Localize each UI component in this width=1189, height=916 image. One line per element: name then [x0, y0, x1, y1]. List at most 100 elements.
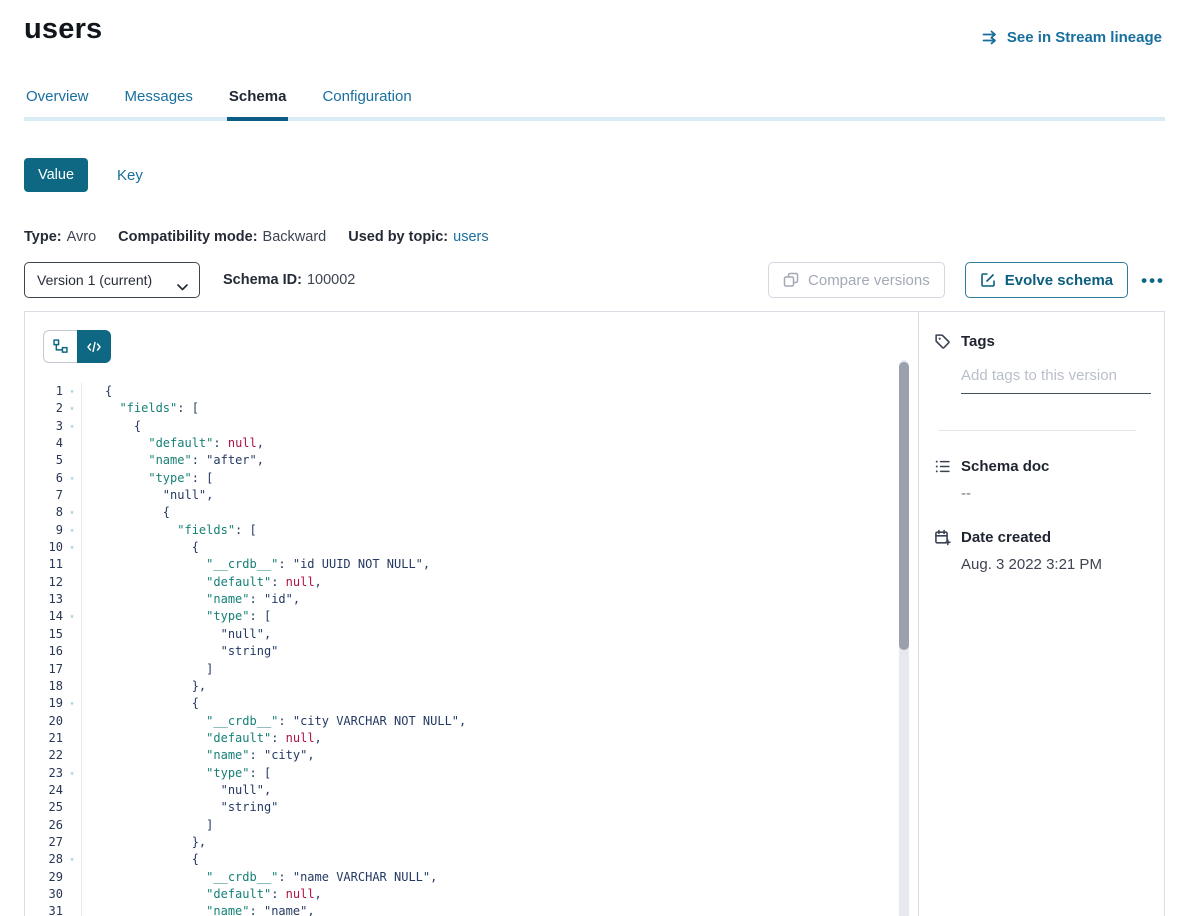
code-text: "__crdb__": "city VARCHAR NOT NULL", — [81, 713, 466, 730]
tab-bar: Overview Messages Schema Configuration — [24, 88, 1165, 121]
code-line: 23▾ "type": [ — [25, 765, 918, 782]
code-view-button[interactable] — [77, 330, 111, 363]
fold-toggle-icon[interactable]: ▾ — [63, 400, 81, 417]
line-number: 29 — [25, 869, 63, 886]
topic-link[interactable]: users — [453, 229, 488, 245]
line-number: 17 — [25, 661, 63, 678]
code-line: 17 ] — [25, 661, 918, 678]
fold-toggle-icon[interactable]: ▾ — [63, 851, 81, 868]
schema-panel: 1▾{2▾ "fields": [3▾ {4 "default": null,5… — [24, 311, 1165, 916]
line-number: 18 — [25, 678, 63, 695]
schema-id-value: 100002 — [307, 272, 355, 288]
add-tags-input[interactable] — [961, 367, 1151, 394]
code-text: "type": [ — [81, 765, 271, 782]
schema-id-label: Schema ID: — [223, 272, 302, 288]
code-text: "type": [ — [81, 608, 271, 625]
code-line: 13 "name": "id", — [25, 591, 918, 608]
key-tab-button[interactable]: Key — [117, 167, 143, 184]
code-text: { — [81, 539, 199, 556]
code-text: "__crdb__": "id UUID NOT NULL", — [81, 556, 430, 573]
code-line: 30 "default": null, — [25, 886, 918, 903]
schema-id: Schema ID: 100002 — [223, 272, 355, 288]
topic-label: Used by topic: — [348, 229, 448, 245]
code-line: 21 "default": null, — [25, 730, 918, 747]
code-line: 24 "null", — [25, 782, 918, 799]
line-number: 26 — [25, 817, 63, 834]
line-number: 19 — [25, 695, 63, 712]
fold-toggle-icon[interactable]: ▾ — [63, 504, 81, 521]
line-number: 28 — [25, 851, 63, 868]
tags-section-header: Tags — [934, 333, 1150, 350]
compare-versions-button[interactable]: Compare versions — [768, 262, 945, 298]
version-select-value: Version 1 (current) — [37, 272, 152, 288]
line-number: 3 — [25, 418, 63, 435]
fold-spacer — [63, 678, 81, 695]
code-line: 7 "null", — [25, 487, 918, 504]
schema-doc-value: -- — [961, 485, 1150, 502]
line-number: 10 — [25, 539, 63, 556]
line-number: 14 — [25, 608, 63, 625]
tab-schema[interactable]: Schema — [227, 88, 289, 121]
fold-toggle-icon[interactable]: ▾ — [63, 383, 81, 400]
fold-spacer — [63, 869, 81, 886]
tab-messages[interactable]: Messages — [123, 88, 195, 121]
fold-toggle-icon[interactable]: ▾ — [63, 418, 81, 435]
more-options-button[interactable]: ••• — [1141, 272, 1165, 289]
schema-doc-title: Schema doc — [961, 458, 1049, 475]
code-text: "name": "id", — [81, 591, 300, 608]
see-in-stream-lineage-link[interactable]: See in Stream lineage — [982, 29, 1162, 46]
line-number: 25 — [25, 799, 63, 816]
edit-icon — [980, 272, 996, 288]
compare-versions-icon — [783, 272, 799, 288]
evolve-schema-button[interactable]: Evolve schema — [965, 262, 1128, 298]
tab-overview[interactable]: Overview — [24, 88, 91, 121]
fold-toggle-icon[interactable]: ▾ — [63, 765, 81, 782]
code-text: "name": "name", — [81, 903, 315, 916]
schema-code-pane: 1▾{2▾ "fields": [3▾ {4 "default": null,5… — [25, 312, 918, 916]
code-lines: 1▾{2▾ "fields": [3▾ {4 "default": null,5… — [25, 383, 918, 916]
editor-scrollbar-track[interactable] — [899, 360, 909, 916]
calendar-plus-icon — [934, 529, 951, 546]
code-text: "type": [ — [81, 470, 213, 487]
fold-spacer — [63, 747, 81, 764]
fold-toggle-icon[interactable]: ▾ — [63, 608, 81, 625]
fold-toggle-icon[interactable]: ▾ — [63, 470, 81, 487]
type-value: Avro — [67, 229, 97, 245]
code-line: 10▾ { — [25, 539, 918, 556]
code-line: 2▾ "fields": [ — [25, 400, 918, 417]
code-text: "fields": [ — [81, 400, 199, 417]
line-number: 1 — [25, 383, 63, 400]
code-text: "name": "city", — [81, 747, 315, 764]
code-line: 25 "string" — [25, 799, 918, 816]
fold-spacer — [63, 730, 81, 747]
version-select[interactable]: Version 1 (current) — [24, 262, 200, 298]
line-number: 20 — [25, 713, 63, 730]
code-text: "null", — [81, 487, 213, 504]
code-line: 9▾ "fields": [ — [25, 522, 918, 539]
tab-configuration[interactable]: Configuration — [320, 88, 413, 121]
fold-toggle-icon[interactable]: ▾ — [63, 695, 81, 712]
tree-view-button[interactable] — [43, 330, 77, 363]
code-view-icon — [87, 341, 101, 353]
code-text: { — [81, 418, 141, 435]
code-text: "default": null, — [81, 730, 322, 747]
topic-page: users See in Stream lineage Overview Mess… — [0, 13, 1189, 916]
date-created-value: Aug. 3 2022 3:21 PM — [961, 556, 1150, 573]
tree-view-icon — [53, 339, 68, 354]
tags-title: Tags — [961, 333, 995, 350]
code-line: 26 ] — [25, 817, 918, 834]
compatibility-value: Backward — [263, 229, 327, 245]
code-text: { — [81, 504, 170, 521]
fold-toggle-icon[interactable]: ▾ — [63, 539, 81, 556]
value-tab-button[interactable]: Value — [24, 158, 88, 192]
schema-sidebar: Tags Schema doc -- — [918, 312, 1164, 916]
editor-scrollbar-thumb[interactable] — [899, 362, 909, 650]
fold-spacer — [63, 799, 81, 816]
schema-code-editor[interactable]: 1▾{2▾ "fields": [3▾ {4 "default": null,5… — [25, 383, 918, 916]
code-line: 27 }, — [25, 834, 918, 851]
list-icon — [934, 458, 951, 475]
code-line: 19▾ { — [25, 695, 918, 712]
fold-spacer — [63, 556, 81, 573]
line-number: 16 — [25, 643, 63, 660]
fold-toggle-icon[interactable]: ▾ — [63, 522, 81, 539]
